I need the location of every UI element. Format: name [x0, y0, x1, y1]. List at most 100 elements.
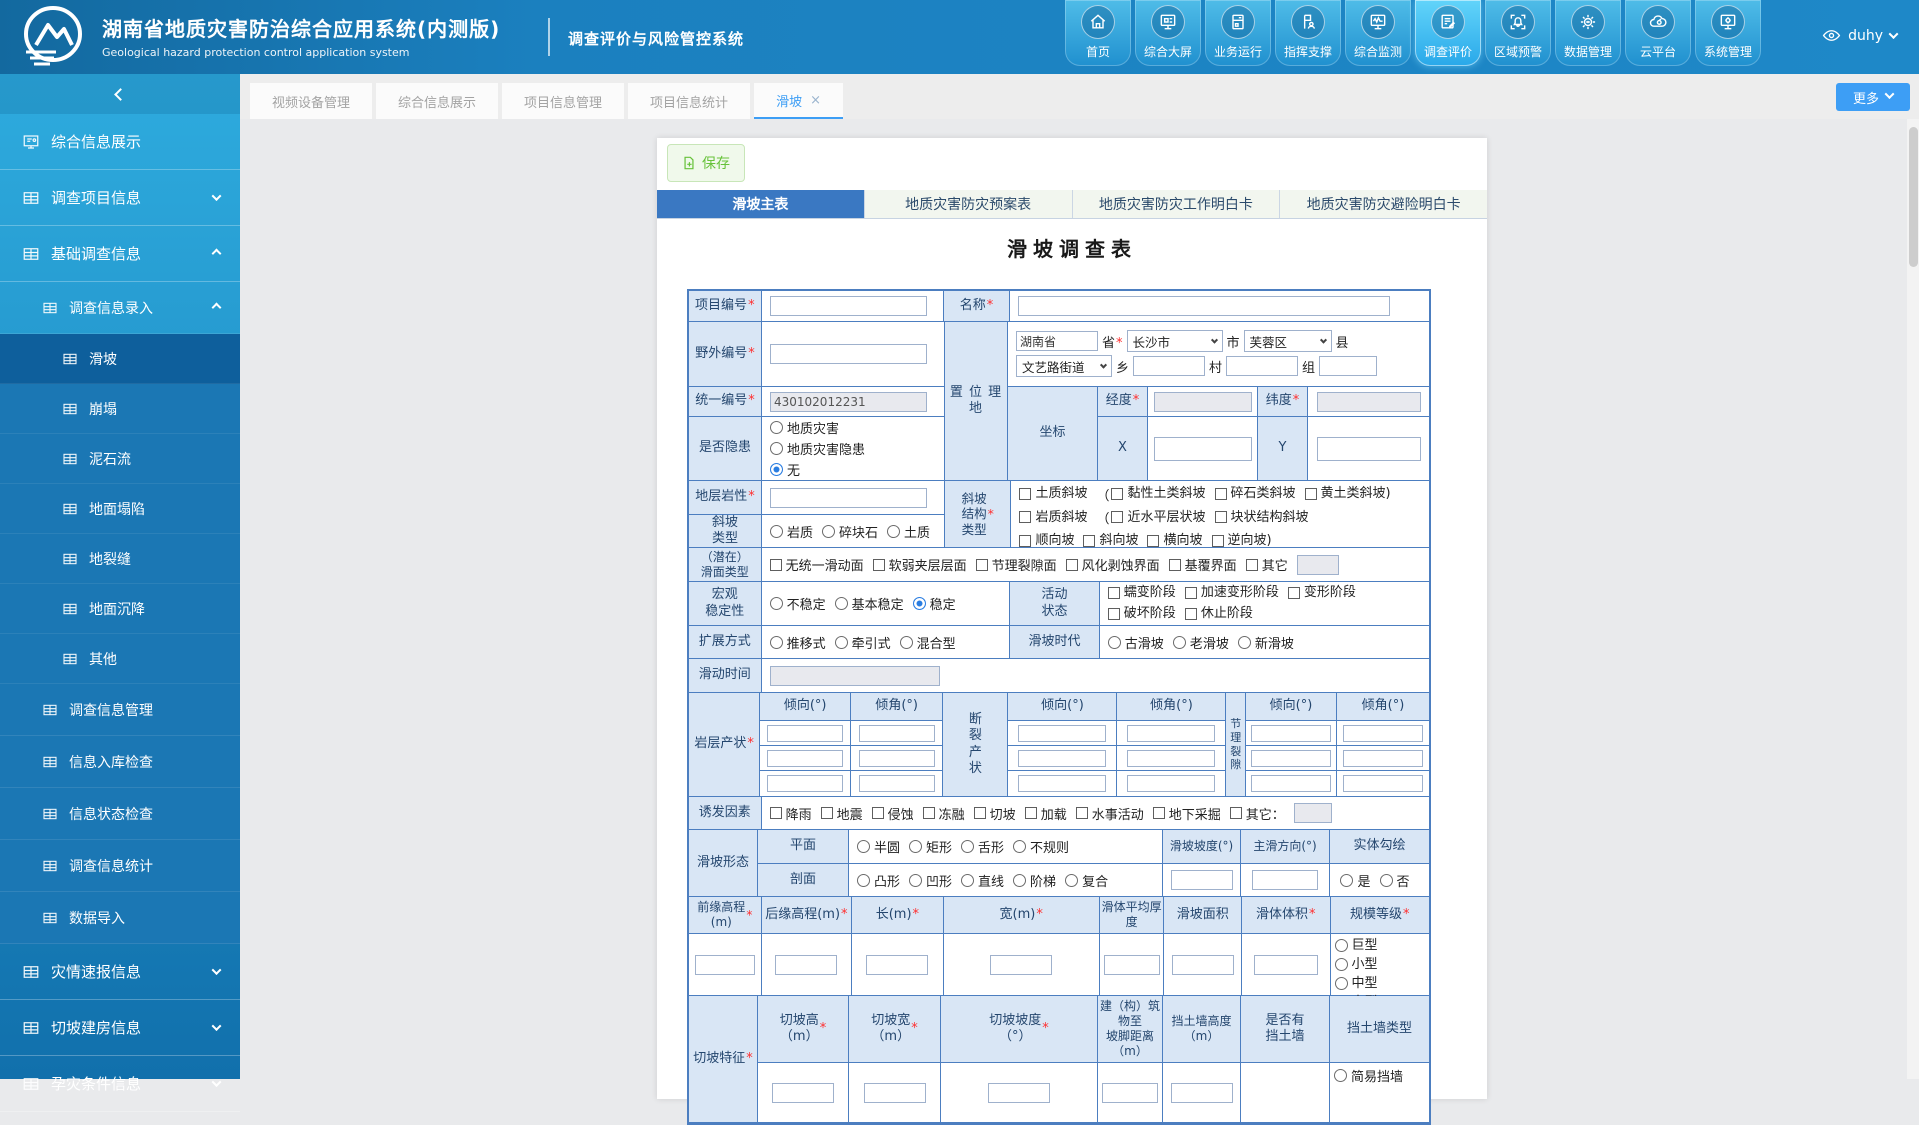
rock-dipdir-input-1[interactable] [767, 725, 843, 742]
radio-option[interactable]: 凹形 [909, 871, 952, 890]
nav-data-management[interactable]: 数据管理 [1555, 0, 1621, 66]
radio-option[interactable]: 推移式 [770, 633, 826, 652]
wall-height-input[interactable] [1171, 1083, 1233, 1103]
city-select[interactable]: 长沙市 [1127, 330, 1223, 352]
fault-dipdir-input-2[interactable] [1018, 750, 1106, 767]
y-input[interactable] [1317, 437, 1421, 461]
sidebar-item-survey-project-info[interactable]: 调查项目信息 [0, 170, 240, 226]
sidebar-item-data-import[interactable]: 数据导入 [0, 892, 240, 944]
radio-option[interactable]: 老滑坡 [1173, 633, 1229, 652]
radio-option[interactable]: 阶梯 [1013, 871, 1056, 890]
fault-dipang-input-3[interactable] [1127, 775, 1215, 792]
radio-option[interactable]: 简易挡墙 [1334, 1066, 1403, 1085]
county-select[interactable]: 芙蓉区 [1244, 330, 1332, 352]
sidebar-item-info-display[interactable]: 综合信息展示 [0, 114, 240, 170]
more-button[interactable]: 更多 [1836, 83, 1910, 111]
sidebar-item-info-status-check[interactable]: 信息状态检查 [0, 788, 240, 840]
joint-dipdir-input-2[interactable] [1251, 750, 1331, 767]
checkbox-option[interactable]: 岩质斜坡 [1019, 507, 1087, 528]
form-tab-avoidance-card[interactable]: 地质灾害防灾避险明白卡 [1280, 190, 1487, 218]
sidebar-item-other[interactable]: 其他 [0, 634, 240, 684]
checkbox-option[interactable]: 近水平层状坡 [1111, 507, 1205, 528]
rock-dipang-input-3[interactable] [859, 775, 935, 792]
vertical-scrollbar[interactable] [1907, 119, 1919, 1079]
slip-surface-other-input[interactable] [1297, 555, 1339, 575]
nav-command-support[interactable]: 指挥支撑 [1275, 0, 1341, 66]
building-distance-input[interactable] [1102, 1083, 1158, 1103]
radio-option[interactable]: 地质灾害隐患 [770, 439, 865, 458]
radio-option[interactable]: 牵引式 [835, 633, 891, 652]
lithology-input[interactable] [770, 488, 927, 508]
checkbox-option[interactable]: 休止阶段 [1185, 604, 1253, 624]
radio-option[interactable]: 不稳定 [770, 594, 826, 613]
checkbox-option[interactable]: 加速变形阶段 [1185, 583, 1279, 603]
tab-project-stats[interactable]: 项目信息统计 [628, 83, 750, 119]
group2-input[interactable] [1319, 356, 1377, 376]
tab-project-mgmt[interactable]: 项目信息管理 [502, 83, 624, 119]
radio-option[interactable]: 巨型 [1335, 936, 1378, 955]
sidebar-item-ground-collapse[interactable]: 地面塌陷 [0, 484, 240, 534]
sidebar-item-landslide[interactable]: 滑坡 [0, 334, 240, 384]
nav-monitoring[interactable]: 综合监测 [1345, 0, 1411, 66]
radio-option[interactable]: 复合 [1065, 871, 1108, 890]
fault-dipdir-input-1[interactable] [1018, 725, 1106, 742]
sidebar-item-survey-info-mgmt[interactable]: 调查信息管理 [0, 684, 240, 736]
nav-home[interactable]: 首页 [1065, 0, 1131, 66]
radio-option[interactable]: 是 [1340, 871, 1370, 890]
rear-elevation-input[interactable] [775, 955, 837, 975]
radio-option[interactable]: 新滑坡 [1238, 633, 1294, 652]
radio-option[interactable]: 舌形 [961, 837, 1004, 856]
nav-survey-evaluation[interactable]: 调查评价 [1415, 0, 1481, 66]
front-elevation-input[interactable] [695, 955, 755, 975]
sidebar-item-survey-info-stats[interactable]: 调查信息统计 [0, 840, 240, 892]
avg-thickness-input[interactable] [1104, 955, 1160, 975]
radio-option[interactable]: 稳定 [913, 594, 956, 613]
name-input[interactable] [1018, 296, 1390, 316]
nav-business-ops[interactable]: 业务运行 [1205, 0, 1271, 66]
close-icon[interactable]: × [810, 93, 821, 108]
sidebar-item-basic-survey-info[interactable]: 基础调查信息 [0, 226, 240, 282]
nav-cloud-platform[interactable]: 云平台 [1625, 0, 1691, 66]
radio-option[interactable]: 凸形 [857, 871, 900, 890]
radio-option[interactable]: 无 [770, 460, 865, 479]
checkbox-option[interactable]: 降雨 [770, 804, 812, 823]
radio-option[interactable]: 土质 [887, 522, 930, 541]
sidebar-item-ground-subsidence[interactable]: 地面沉降 [0, 584, 240, 634]
checkbox-option[interactable]: 地下采掘 [1153, 804, 1221, 823]
scrollbar-thumb[interactable] [1909, 127, 1918, 267]
checkbox-option[interactable]: 破坏阶段 [1108, 604, 1176, 624]
checkbox-option[interactable]: 其它 [1246, 555, 1288, 574]
field-no-input[interactable] [770, 344, 927, 364]
slope-degree-input[interactable] [1171, 870, 1233, 890]
cut-width-input[interactable] [864, 1083, 926, 1103]
checkbox-option[interactable]: 黄土类斜坡) [1305, 483, 1391, 504]
form-tab-work-card[interactable]: 地质灾害防灾工作明白卡 [1073, 190, 1281, 218]
radio-option[interactable]: 否 [1380, 871, 1410, 890]
form-tab-main[interactable]: 滑坡主表 [657, 190, 865, 218]
checkbox-option[interactable]: 水事活动 [1076, 804, 1144, 823]
checkbox-option[interactable]: 黏性土类斜坡 [1111, 483, 1205, 504]
checkbox-option[interactable]: 碎石类斜坡 [1215, 483, 1296, 504]
width-input[interactable] [990, 955, 1052, 975]
group-input[interactable] [1226, 356, 1298, 376]
length-input[interactable] [866, 955, 928, 975]
radio-option[interactable]: 不规则 [1013, 837, 1069, 856]
joint-dipang-input-3[interactable] [1343, 775, 1423, 792]
fault-dipang-input-1[interactable] [1127, 725, 1215, 742]
rock-dipang-input-1[interactable] [859, 725, 935, 742]
checkbox-option[interactable]: 软弱夹层层面 [873, 555, 967, 574]
tab-info-display[interactable]: 综合信息展示 [376, 83, 498, 119]
joint-dipdir-input-1[interactable] [1251, 725, 1331, 742]
sidebar-item-collapse-hazard[interactable]: 崩塌 [0, 384, 240, 434]
sidebar-item-survey-info-entry[interactable]: 调查信息录入 [0, 282, 240, 334]
sidebar-collapse-button[interactable] [0, 74, 240, 114]
trigger-other-input[interactable] [1294, 803, 1332, 823]
nav-big-screen[interactable]: 综合大屏 [1135, 0, 1201, 66]
joint-dipang-input-1[interactable] [1343, 725, 1423, 742]
checkbox-option[interactable]: 其它： [1230, 804, 1285, 823]
checkbox-option[interactable]: 加载 [1025, 804, 1067, 823]
form-tab-prevention-plan[interactable]: 地质灾害防灾预案表 [865, 190, 1073, 218]
joint-dipang-input-2[interactable] [1343, 750, 1423, 767]
save-button[interactable]: 保存 [667, 144, 745, 182]
checkbox-option[interactable]: 冻融 [923, 804, 965, 823]
